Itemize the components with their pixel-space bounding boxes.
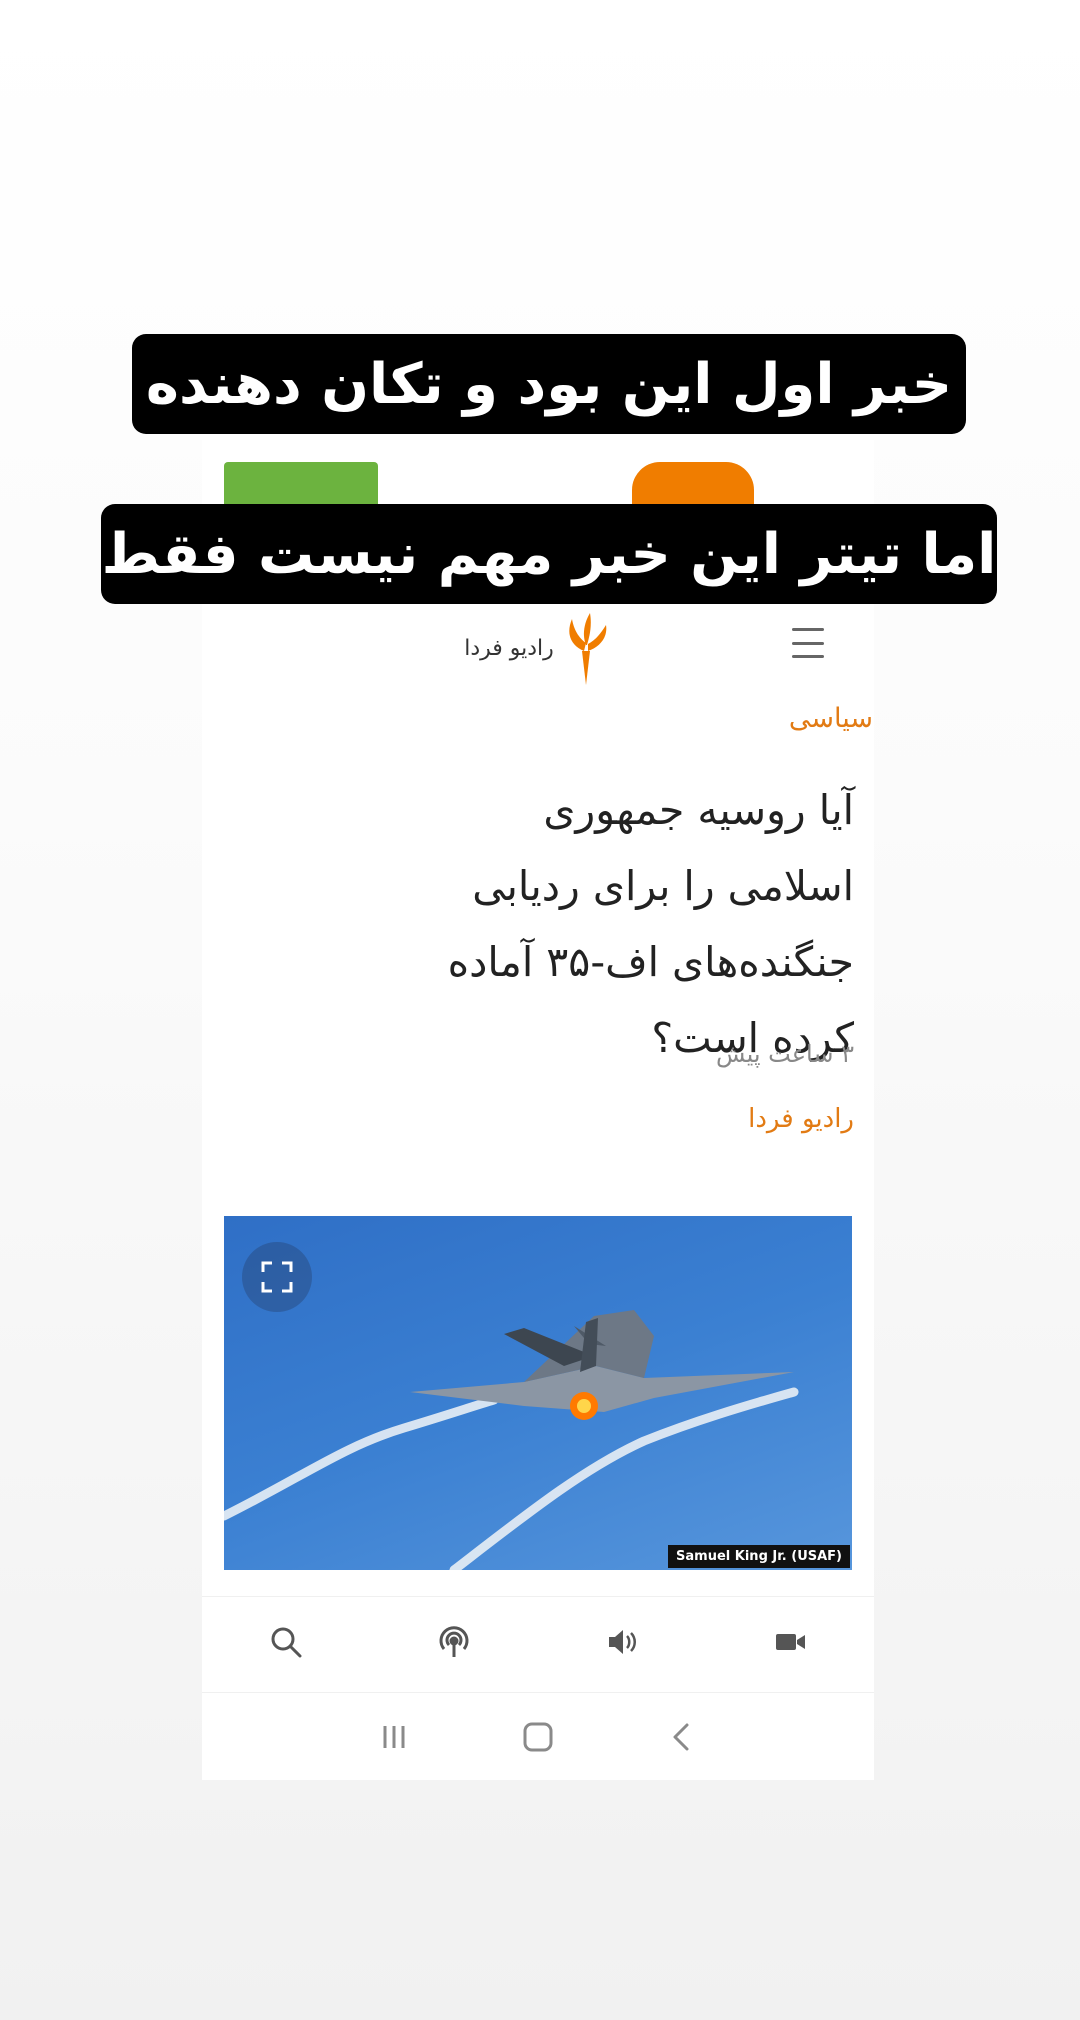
fighter-jet-image	[224, 1310, 799, 1570]
video-icon[interactable]	[750, 1602, 830, 1682]
expand-icon[interactable]	[242, 1242, 312, 1312]
article-category[interactable]: سیاسی	[789, 703, 873, 734]
system-nav-bar	[202, 1692, 874, 1780]
podcast-icon[interactable]	[414, 1602, 494, 1682]
article-time: ۳ ساعت پیش	[716, 1040, 854, 1068]
audio-icon[interactable]	[582, 1602, 662, 1682]
torch-logo-icon	[569, 613, 607, 685]
article-photo[interactable]: Samuel King Jr. (USAF)	[224, 1216, 852, 1570]
app-header: رادیو فردا	[202, 598, 874, 698]
article-source[interactable]: رادیو فردا	[748, 1104, 854, 1134]
hamburger-icon[interactable]	[792, 628, 824, 658]
radio-farda-logo[interactable]: رادیو فردا	[464, 611, 612, 685]
home-icon[interactable]	[498, 1697, 578, 1777]
photo-credit: Samuel King Jr. (USAF)	[668, 1545, 850, 1568]
logo-text: رادیو فردا	[464, 635, 554, 661]
recent-apps-icon[interactable]	[354, 1697, 434, 1777]
bottom-nav	[202, 1596, 874, 1687]
overlay-caption-2: اما تیتر این خبر مهم نیست فقط	[101, 504, 997, 604]
overlay-caption-1: خبر اول این بود و تکان دهنده	[132, 334, 966, 434]
article-headline: آیا روسیه جمهوری اسلامی را برای ردیابی ج…	[447, 786, 854, 1062]
back-icon[interactable]	[642, 1697, 722, 1777]
search-icon[interactable]	[246, 1602, 326, 1682]
